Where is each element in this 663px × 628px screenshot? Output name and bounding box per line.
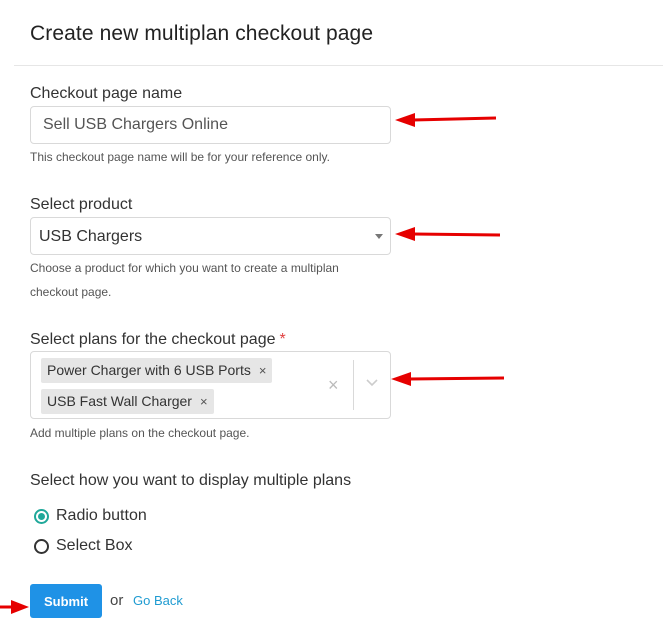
red-arrow-icon bbox=[395, 113, 497, 127]
radio-unchecked-icon[interactable] bbox=[34, 538, 49, 554]
checkout-name-label: Checkout page name bbox=[30, 85, 183, 102]
checkout-name-input[interactable] bbox=[30, 106, 391, 144]
chevron-down-icon[interactable] bbox=[364, 376, 380, 390]
plan-chip-label: Power Charger with 6 USB Ports bbox=[47, 362, 251, 378]
radio-option-label: Select Box bbox=[56, 537, 133, 554]
checkout-name-help: This checkout page name will be for your… bbox=[30, 150, 330, 164]
title-divider bbox=[14, 65, 663, 66]
plans-label: Select plans for the checkout page * bbox=[30, 331, 286, 349]
plan-chip-label: USB Fast Wall Charger bbox=[47, 393, 192, 409]
plan-chip: USB Fast Wall Charger × bbox=[41, 389, 214, 414]
submit-button[interactable]: Submit bbox=[30, 584, 102, 618]
red-arrow-icon bbox=[395, 227, 501, 241]
plans-help: Add multiple plans on the checkout page. bbox=[30, 426, 250, 440]
product-label: Select product bbox=[30, 196, 133, 213]
product-select[interactable]: USB Chargers bbox=[30, 217, 391, 255]
clear-selection-icon[interactable]: × bbox=[328, 373, 339, 397]
red-arrow-icon bbox=[391, 372, 505, 386]
radio-option-label: Radio button bbox=[56, 507, 147, 524]
remove-chip-icon[interactable]: × bbox=[200, 389, 208, 414]
remove-chip-icon[interactable]: × bbox=[259, 358, 267, 383]
red-arrow-icon bbox=[0, 600, 29, 614]
display-label: Select how you want to display multiple … bbox=[30, 472, 352, 489]
plan-chip: Power Charger with 6 USB Ports × bbox=[41, 358, 273, 383]
page-title: Create new multiplan checkout page bbox=[30, 22, 374, 45]
radio-option-radio-button[interactable]: Radio button bbox=[34, 506, 147, 526]
required-mark: * bbox=[279, 331, 286, 348]
product-help: Choose a product for which you want to c… bbox=[30, 261, 339, 299]
go-back-link[interactable]: Go Back bbox=[133, 593, 183, 608]
product-select-value: USB Chargers bbox=[39, 228, 143, 245]
radio-option-select-box[interactable]: Select Box bbox=[34, 536, 132, 556]
caret-down-icon bbox=[375, 234, 383, 239]
multiselect-separator bbox=[353, 360, 354, 410]
radio-checked-icon[interactable] bbox=[34, 508, 49, 524]
plans-multiselect[interactable]: Power Charger with 6 USB Ports × USB Fast… bbox=[30, 351, 391, 419]
or-text: or bbox=[110, 592, 124, 609]
plans-label-text: Select plans for the checkout page bbox=[30, 331, 276, 348]
